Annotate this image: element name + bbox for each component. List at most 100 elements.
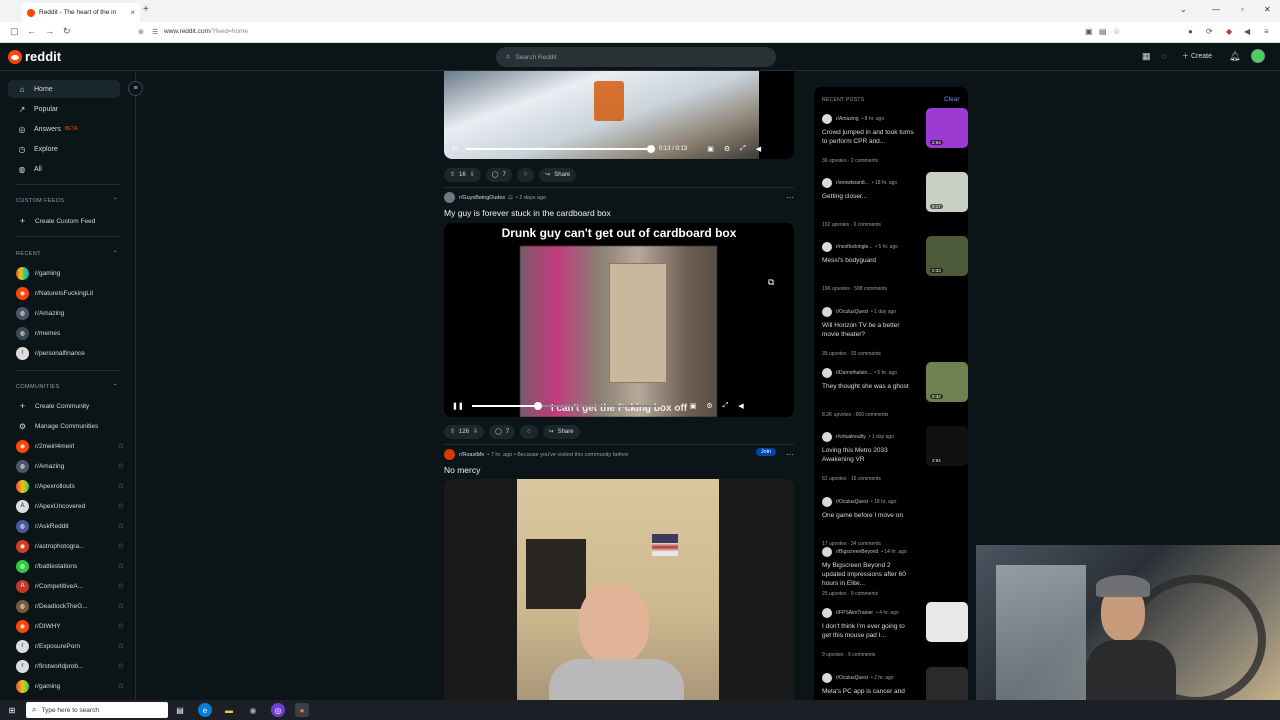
community-item[interactable]: ◍ r/battlestations ☆ xyxy=(16,558,124,574)
recent-post-title[interactable]: My Bigscreen Beyond 2 updated impression… xyxy=(822,561,914,588)
community-item[interactable]: ◉ r/astrophotogra... ☆ xyxy=(16,538,124,554)
captions-icon[interactable]: ▣ xyxy=(690,402,697,410)
subreddit-link[interactable]: r/RoastMe xyxy=(459,452,484,458)
recent-post-title[interactable]: One game before I move on xyxy=(822,511,914,520)
community-item[interactable]: ◍ r/DeadlockTheG... ☆ xyxy=(16,598,124,614)
community-item[interactable]: ◉ r/DIWHY ☆ xyxy=(16,618,124,634)
post-title[interactable]: My guy is forever stuck in the cardboard… xyxy=(444,208,611,218)
favorite-star-icon[interactable]: ☆ xyxy=(118,542,124,550)
close-window-icon[interactable]: ✕ xyxy=(1264,5,1271,14)
recent-sub-natureisfuckinglit[interactable]: ◉ r/NatureIsFuckingLit xyxy=(16,285,112,301)
reload-icon[interactable]: ↻ xyxy=(63,26,71,37)
new-tab-icon[interactable]: + xyxy=(143,4,149,15)
recent-post-subreddit[interactable]: r/OculusQuest xyxy=(836,309,868,315)
community-item[interactable]: r r/firstworldprob... ☆ xyxy=(16,658,124,674)
recent-post-title[interactable]: I don't think I'm ever going to get this… xyxy=(822,622,914,640)
award-button[interactable]: ♢ xyxy=(520,424,538,439)
browser-menu-icon[interactable]: ≡ xyxy=(1264,27,1269,36)
replay-icon[interactable]: ↻ xyxy=(452,145,458,153)
sidebar-item-answers[interactable]: ◎ Answers BETA xyxy=(8,120,120,138)
subreddit-link[interactable]: r/GuysBeingDudes xyxy=(459,195,505,201)
audio-icon[interactable]: ◀ xyxy=(1244,27,1250,36)
community-item[interactable]: ◍ r/Amazing ☆ xyxy=(16,458,124,474)
sidebar-item-all[interactable]: ◍ All xyxy=(8,160,120,178)
downvote-icon[interactable]: ⇩ xyxy=(473,428,478,435)
sync-icon[interactable]: ⟳ xyxy=(1206,27,1213,36)
communities-heading[interactable]: COMMUNITIES ⌃ xyxy=(16,384,118,390)
reddit-logo[interactable]: reddit xyxy=(8,49,61,64)
favorite-star-icon[interactable]: ☆ xyxy=(118,642,124,650)
share-button[interactable]: ↪ Share xyxy=(542,424,580,439)
firefox-icon[interactable]: ● xyxy=(295,703,309,717)
sidebar-toggle-icon[interactable]: ▢ xyxy=(10,26,19,37)
notifications-bell-icon[interactable]: 🔔︎ xyxy=(1229,51,1240,62)
favorite-star-icon[interactable]: ☆ xyxy=(118,522,124,530)
sidebar-item-popular[interactable]: ↗ Popular xyxy=(8,100,120,118)
recent-post-title[interactable]: Messi's bodyguard xyxy=(822,256,914,265)
recent-sub-gaming[interactable]: r/gaming xyxy=(16,265,112,281)
fullscreen-icon[interactable]: ⤢ xyxy=(740,145,746,153)
recent-post-title[interactable]: Will Horizon TV be a better movie theate… xyxy=(822,321,914,339)
volume-icon[interactable]: ◀ xyxy=(738,402,743,410)
award-button[interactable]: ♢ xyxy=(516,167,535,182)
recent-post-subreddit[interactable]: r/OculusQuest xyxy=(836,675,868,681)
task-view-icon[interactable]: ▤ xyxy=(173,703,187,717)
community-item[interactable]: r/gaming ☆ xyxy=(16,678,124,694)
seek-handle[interactable] xyxy=(646,145,655,153)
screenshot-icon[interactable]: ▣ xyxy=(1085,27,1093,36)
community-item[interactable]: r r/ExposurePorn ☆ xyxy=(16,638,124,654)
maximize-icon[interactable]: ▫ xyxy=(1241,5,1244,14)
picture-in-picture-icon[interactable]: ⧉ xyxy=(768,277,774,288)
share-button[interactable]: ↪ Share xyxy=(539,167,577,182)
reader-icon[interactable]: ▤ xyxy=(1099,27,1107,36)
favorite-star-icon[interactable]: ☆ xyxy=(118,682,124,690)
favorite-star-icon[interactable]: ☆ xyxy=(118,562,124,570)
create-community-link[interactable]: + Create Community xyxy=(16,398,112,414)
recent-post-thumbnail[interactable]: 2:54 xyxy=(926,108,968,148)
create-custom-feed-link[interactable]: + Create Custom Feed xyxy=(16,213,112,229)
post-title[interactable]: No mercy xyxy=(444,465,480,475)
join-button[interactable]: Join xyxy=(755,448,776,456)
recent-post-item[interactable]: r/OculusQuest • 18 hr. ago One game before… xyxy=(822,497,962,547)
recent-post-subreddit[interactable]: r/OculusQuest xyxy=(836,499,868,505)
browser-menu-chevron-icon[interactable]: ⌄ xyxy=(1180,5,1187,14)
community-item[interactable]: r/Apexrollouts ☆ xyxy=(16,478,124,494)
seek-bar[interactable] xyxy=(465,145,655,153)
recent-post-item[interactable]: r/Damnthatsin... • 5 hr. ago They thought … xyxy=(822,362,968,418)
community-avatar[interactable] xyxy=(444,192,455,203)
app-icon[interactable]: ◎ xyxy=(271,703,285,717)
back-icon[interactable]: ← xyxy=(27,26,36,36)
pause-icon[interactable]: ❚❚ xyxy=(452,402,464,410)
captions-icon[interactable]: ▣ xyxy=(707,145,714,153)
recent-post-subreddit[interactable]: r/Damnthatsin... xyxy=(836,370,871,376)
recent-post-item[interactable]: r/virtualreality • 1 day ago Loving this M… xyxy=(822,426,968,482)
comments-button[interactable]: ◯ 7 xyxy=(485,167,512,182)
favorite-star-icon[interactable]: ☆ xyxy=(118,662,124,670)
upvote-icon[interactable]: ⇧ xyxy=(450,428,455,435)
windows-start-icon[interactable]: ⊞ xyxy=(5,703,19,717)
taskbar-search-input[interactable]: ⌕ Type here to search xyxy=(26,702,168,718)
volume-icon[interactable]: ◀ xyxy=(756,145,761,153)
steam-icon[interactable]: ◉ xyxy=(246,703,260,717)
addon-icon[interactable]: ◆ xyxy=(1226,27,1232,36)
recent-post-subreddit[interactable]: r/BigscreenBeyond xyxy=(836,549,878,555)
sidebar-item-home[interactable]: ⌂ Home xyxy=(8,80,120,98)
fullscreen-icon[interactable]: ⤢ xyxy=(723,402,729,410)
url-field[interactable]: www.reddit.com/?feed=home xyxy=(164,28,248,35)
forward-icon[interactable]: → xyxy=(45,26,54,36)
downvote-icon[interactable]: ⇩ xyxy=(470,171,475,178)
recent-heading[interactable]: RECENT ⌃ xyxy=(16,251,118,257)
site-info-icon[interactable]: ☰ xyxy=(152,28,158,36)
recent-post-thumbnail[interactable]: 0:32 xyxy=(926,362,968,402)
more-options-icon[interactable]: ··· xyxy=(786,450,794,459)
community-item[interactable]: Ar/CompetitiveA... ☆ xyxy=(16,578,124,594)
post-2-video[interactable]: Drunk guy can't get out of cardboard box… xyxy=(444,223,794,417)
recent-post-item[interactable]: r/FPSAimTrainer • 4 hr. ago I don't think … xyxy=(822,602,968,658)
recent-post-item[interactable]: r/nextfuckingle... • 5 hr. ago Messi's bod… xyxy=(822,236,968,292)
recent-post-thumbnail[interactable]: 0:33 xyxy=(926,236,968,276)
settings-gear-icon[interactable]: ⚙ xyxy=(706,402,712,410)
recent-post-subreddit[interactable]: r/FPSAimTrainer xyxy=(836,610,873,616)
seek-handle[interactable] xyxy=(534,402,543,410)
recent-post-title[interactable]: Loving this Metro 2033 Awakening VR xyxy=(822,446,914,464)
manage-communities-link[interactable]: ⚙ Manage Communities xyxy=(16,418,112,434)
